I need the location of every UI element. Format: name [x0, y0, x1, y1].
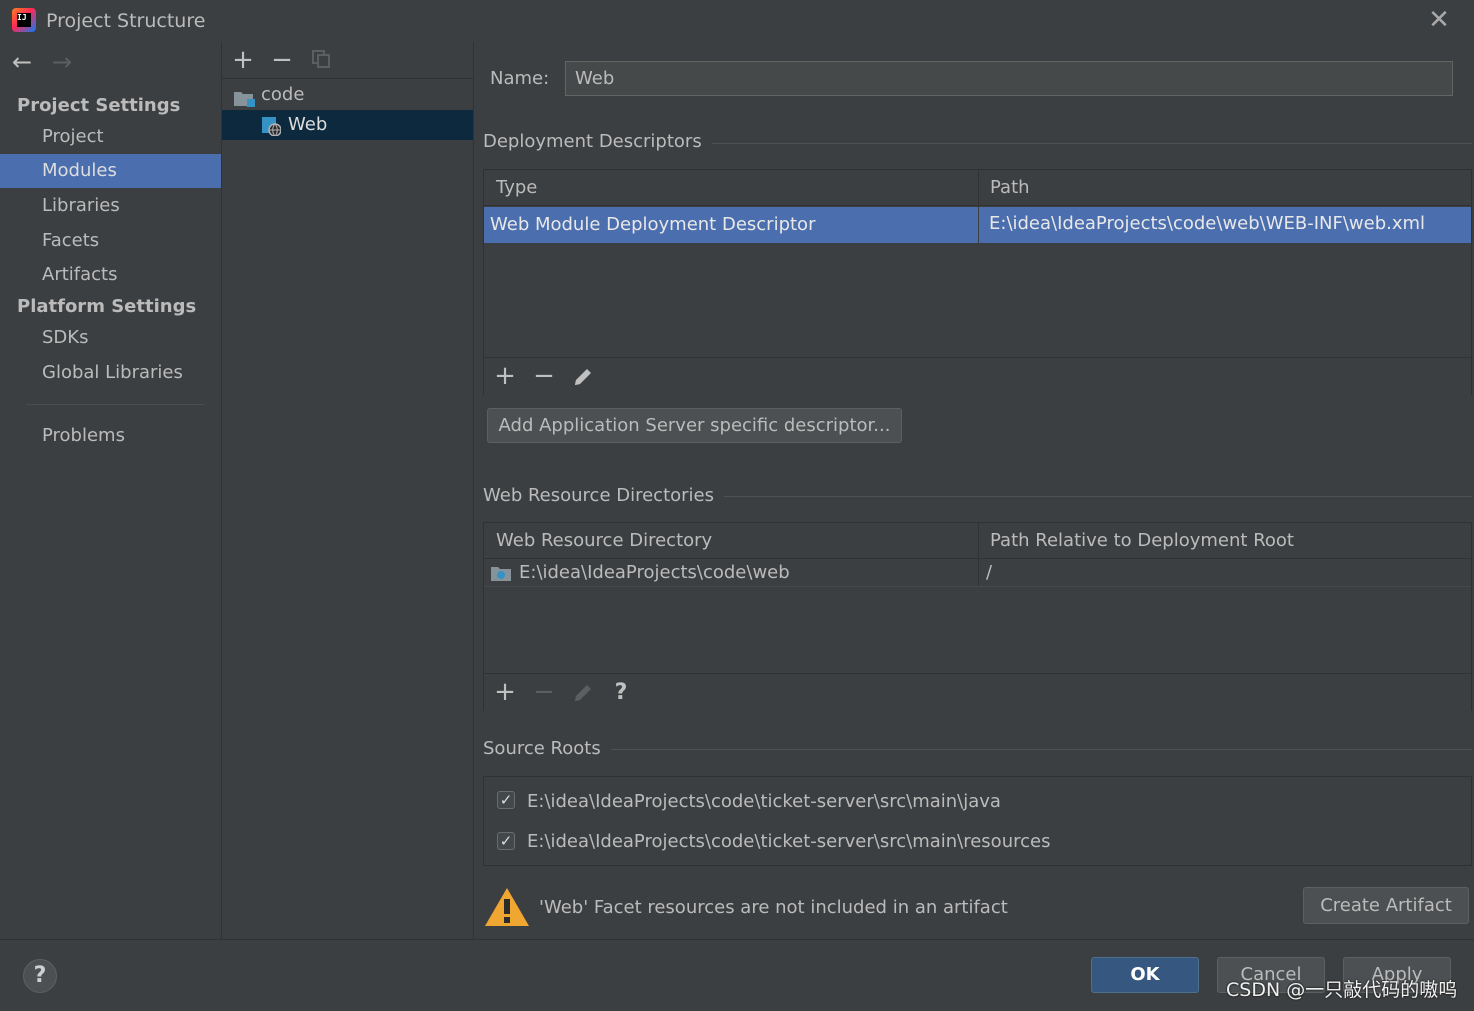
source-roots-list: ✓ E:\idea\IdeaProjects\code\ticket-serve…: [483, 776, 1472, 866]
source-root-path: E:\idea\IdeaProjects\code\ticket-server\…: [527, 791, 1001, 812]
edit-pencil-icon[interactable]: [572, 682, 594, 704]
source-root-checkbox[interactable]: ✓: [497, 832, 515, 850]
add-icon[interactable]: +: [492, 363, 518, 389]
web-resource-directories-title: Web Resource Directories: [483, 485, 724, 506]
group-separator: [702, 143, 1472, 144]
back-arrow-icon[interactable]: ←: [12, 50, 32, 74]
remove-icon[interactable]: −: [531, 679, 557, 705]
web-folder-icon: [491, 565, 511, 581]
column-header-relative-path[interactable]: Path Relative to Deployment Root: [978, 523, 1471, 559]
sidebar-item-libraries[interactable]: Libraries: [0, 189, 221, 223]
module-tree-panel: [222, 42, 474, 939]
warning-icon: [484, 887, 530, 927]
group-separator: [605, 749, 1472, 750]
descriptor-path-cell: E:\idea\IdeaProjects\code\web\WEB-INF\we…: [989, 213, 1426, 234]
column-header-path[interactable]: Path: [978, 170, 1471, 206]
web-resource-toolbar: + − ?: [484, 673, 1471, 711]
sidebar-item-problems[interactable]: Problems: [0, 419, 221, 453]
source-root-checkbox[interactable]: ✓: [497, 791, 515, 809]
remove-icon[interactable]: −: [531, 363, 557, 389]
column-divider: [978, 207, 979, 243]
web-resource-table: Web Resource Directory Path Relative to …: [483, 522, 1472, 711]
column-header-web-resource-directory[interactable]: Web Resource Directory: [484, 523, 978, 559]
project-settings-header: Project Settings: [17, 95, 181, 116]
create-artifact-button[interactable]: Create Artifact: [1303, 887, 1469, 924]
column-header-type[interactable]: Type: [484, 170, 978, 206]
descriptor-type-cell: Web Module Deployment Descriptor: [490, 214, 816, 235]
table-row[interactable]: E:\idea\IdeaProjects\code\web /: [484, 560, 1471, 587]
module-toolbar: [222, 42, 473, 79]
warning-text: 'Web' Facet resources are not included i…: [539, 897, 1008, 918]
sidebar-divider: [26, 404, 204, 405]
add-server-descriptor-button[interactable]: Add Application Server specific descript…: [487, 408, 902, 443]
remove-icon[interactable]: −: [269, 47, 295, 73]
tree-item-label: code: [261, 84, 305, 105]
sidebar-item-artifacts[interactable]: Artifacts: [0, 258, 221, 292]
intellij-logo-icon: IJ: [12, 8, 36, 32]
window-title: Project Structure: [46, 10, 206, 32]
forward-arrow-icon[interactable]: →: [52, 50, 72, 74]
copy-icon[interactable]: [312, 50, 330, 68]
table-row[interactable]: Web Module Deployment Descriptor E:\idea…: [484, 207, 1471, 243]
sidebar-item-global-libraries[interactable]: Global Libraries: [0, 356, 221, 390]
source-roots-title: Source Roots: [483, 738, 611, 759]
descriptor-toolbar: + −: [484, 357, 1471, 395]
sidebar-item-modules[interactable]: Modules: [0, 154, 221, 188]
folder-module-icon: [233, 87, 255, 107]
deployment-descriptors-title: Deployment Descriptors: [483, 131, 712, 152]
tree-item-code[interactable]: code: [222, 80, 473, 110]
sidebar-item-sdks[interactable]: SDKs: [0, 321, 221, 355]
deployment-descriptors-table: Type Path Web Module Deployment Descript…: [483, 169, 1472, 395]
csdn-watermark: CSDN @一只敲代码的嗷呜: [1226, 979, 1458, 1001]
sidebar-item-facets[interactable]: Facets: [0, 224, 221, 258]
edit-pencil-icon[interactable]: [572, 366, 594, 388]
name-label: Name:: [490, 68, 550, 89]
group-separator: [714, 496, 1472, 497]
sidebar-item-project[interactable]: Project: [0, 120, 221, 154]
close-icon[interactable]: ✕: [1426, 6, 1452, 34]
help-question-icon[interactable]: ?: [608, 680, 634, 706]
platform-settings-header: Platform Settings: [17, 296, 197, 317]
help-icon[interactable]: ?: [23, 959, 57, 993]
source-root-path: E:\idea\IdeaProjects\code\ticket-server\…: [527, 831, 1051, 852]
tree-item-label: Web: [288, 114, 328, 135]
name-field[interactable]: Web: [565, 61, 1453, 96]
add-icon[interactable]: +: [230, 47, 256, 73]
title-bar: [0, 0, 1474, 42]
ok-button[interactable]: OK: [1091, 957, 1199, 993]
add-icon[interactable]: +: [492, 679, 518, 705]
relative-path-cell: /: [986, 562, 993, 583]
web-resource-directory-cell: E:\idea\IdeaProjects\code\web: [519, 562, 790, 583]
web-facet-icon: [261, 116, 282, 137]
tree-item-web[interactable]: Web: [222, 110, 473, 140]
